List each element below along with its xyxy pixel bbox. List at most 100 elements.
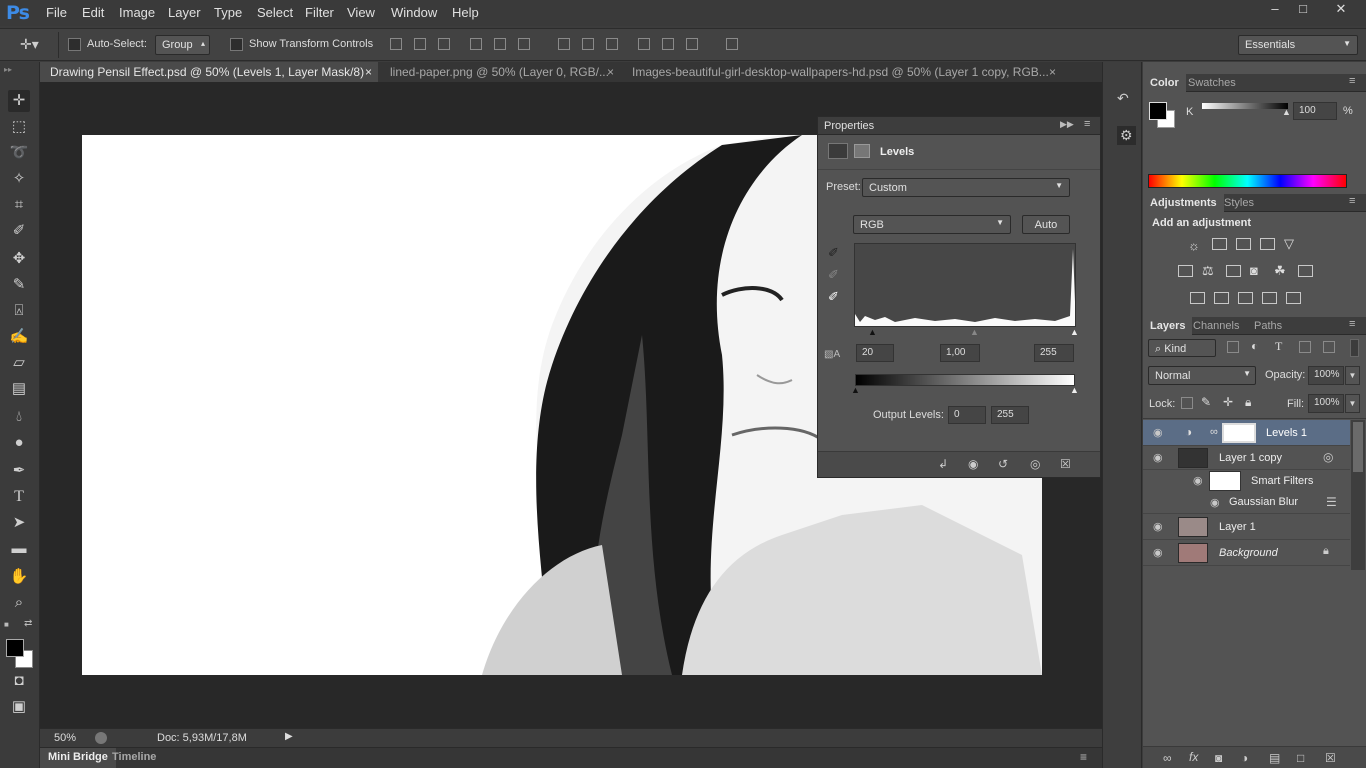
tab-styles[interactable]: Styles	[1217, 194, 1261, 212]
curves-icon[interactable]	[1236, 238, 1251, 250]
distribute-top-icon[interactable]	[558, 38, 570, 50]
selective-color-icon[interactable]	[1262, 292, 1277, 304]
align-left-icon[interactable]	[470, 38, 482, 50]
clipping-warning-icon[interactable]: ▧A	[824, 349, 840, 360]
workspace-dropdown[interactable]: Essentials ▼	[1238, 35, 1358, 55]
visibility-icon[interactable]: ◎	[1030, 457, 1040, 471]
distribute-vcenter-icon[interactable]	[582, 38, 594, 50]
status-menu-arrow-icon[interactable]: ▶	[285, 731, 293, 742]
scrollbar-thumb[interactable]	[1353, 422, 1363, 472]
new-layer-icon[interactable]: □	[1297, 751, 1304, 765]
gradient-map-icon[interactable]	[1286, 292, 1301, 304]
k-value-field[interactable]: 100	[1293, 102, 1337, 120]
collapse-panel-icon[interactable]: ▶▶	[1060, 119, 1074, 130]
clip-to-layer-icon[interactable]: ↲	[938, 457, 948, 471]
close-icon[interactable]: ×	[607, 62, 614, 82]
auto-align-icon[interactable]	[726, 38, 738, 50]
lock-position-icon[interactable]: ✛	[1223, 395, 1233, 409]
black-white-icon[interactable]	[1226, 265, 1241, 277]
filter-blending-options-icon[interactable]: ☰	[1326, 495, 1337, 509]
opacity-field[interactable]: 100%	[1308, 366, 1344, 385]
black-output-slider[interactable]: ▲	[851, 385, 860, 395]
menu-edit[interactable]: Edit	[82, 5, 104, 20]
align-vcenter-icon[interactable]	[414, 38, 426, 50]
menu-type[interactable]: Type	[214, 5, 242, 20]
distribute-left-icon[interactable]	[638, 38, 650, 50]
invert-icon[interactable]	[1190, 292, 1205, 304]
output-black-field[interactable]: 0	[948, 406, 986, 424]
restore-button[interactable]: □	[1288, 0, 1318, 18]
marquee-tool-icon[interactable]: ⬚	[8, 116, 30, 138]
new-adjustment-layer-icon[interactable]: ◑	[1241, 751, 1248, 765]
tab-lined-paper[interactable]: lined-paper.png @ 50% (Layer 0, RGB/... …	[380, 62, 620, 82]
eye-icon[interactable]: ◉	[1210, 496, 1220, 509]
distribute-bottom-icon[interactable]	[606, 38, 618, 50]
delete-layer-icon[interactable]: ☒	[1325, 751, 1336, 765]
reset-icon[interactable]: ↺	[998, 457, 1008, 471]
tab-paths[interactable]: Paths	[1247, 317, 1289, 335]
smart-filter-mask-thumbnail[interactable]	[1209, 471, 1241, 491]
blend-mode-dropdown[interactable]: Normal ▼	[1148, 366, 1256, 385]
auto-select-dropdown[interactable]: Group ▴	[155, 35, 210, 55]
tab-drawing-pensil[interactable]: Drawing Pensil Effect.psd @ 50% (Levels …	[40, 62, 378, 99]
blur-tool-icon[interactable]: 💧︎	[8, 406, 30, 428]
layer-row-layer-1-copy[interactable]: ◉ Layer 1 copy ◎	[1143, 446, 1350, 470]
tab-mini-bridge[interactable]: Mini Bridge	[40, 748, 116, 768]
eye-icon[interactable]: ◉	[1153, 546, 1163, 559]
k-slider-thumb[interactable]: ▲	[1282, 107, 1291, 117]
menu-help[interactable]: Help	[452, 5, 479, 20]
close-button[interactable]: ✕	[1318, 0, 1364, 18]
tab-color[interactable]: Color	[1143, 74, 1186, 92]
menu-select[interactable]: Select	[257, 5, 293, 20]
layer-row-gaussian-blur[interactable]: ◉ Gaussian Blur ☰	[1143, 492, 1350, 514]
color-balance-icon[interactable]: ⚖	[1202, 263, 1214, 279]
tab-timeline[interactable]: Timeline	[112, 751, 156, 763]
layer-row-background[interactable]: ◉ Background 🔒︎	[1143, 540, 1350, 566]
path-selection-tool-icon[interactable]: ➤	[8, 512, 30, 534]
panel-menu-icon[interactable]: ≡	[1084, 118, 1090, 130]
filter-adjustment-icon[interactable]: ◐	[1251, 339, 1258, 353]
input-black-field[interactable]: 20	[856, 344, 894, 362]
eyedropper-tool-icon[interactable]: ✐	[8, 220, 30, 242]
layers-scrollbar[interactable]	[1351, 420, 1365, 570]
lasso-tool-icon[interactable]: ➰	[8, 142, 30, 164]
screen-mode-icon[interactable]: ▣	[8, 696, 30, 718]
layer-row-smart-filters[interactable]: ◉ Smart Filters	[1143, 470, 1350, 492]
auto-button[interactable]: Auto	[1022, 215, 1070, 234]
filter-toggle-switch[interactable]	[1350, 339, 1359, 357]
share-icon[interactable]	[95, 732, 107, 744]
white-input-slider[interactable]: ▲	[1070, 327, 1079, 337]
gamma-input-slider[interactable]: ▲	[970, 327, 979, 337]
quick-mask-icon[interactable]: ◘	[8, 670, 30, 692]
eye-icon[interactable]: ◉	[1153, 451, 1163, 464]
zoom-tool-icon[interactable]: ⌕	[8, 592, 30, 614]
add-mask-icon[interactable]: ◙	[1215, 751, 1222, 765]
delete-icon[interactable]: ☒	[1060, 457, 1071, 471]
clone-stamp-tool-icon[interactable]: ⍓	[8, 300, 30, 322]
new-group-icon[interactable]: ▤	[1269, 751, 1280, 765]
menu-view[interactable]: View	[347, 5, 375, 20]
k-slider-track[interactable]	[1202, 103, 1288, 109]
minimize-button[interactable]: –	[1260, 0, 1290, 18]
menu-window[interactable]: Window	[391, 5, 437, 20]
threshold-icon[interactable]	[1238, 292, 1253, 304]
move-tool-icon[interactable]: ✛	[8, 90, 30, 112]
link-icon[interactable]: ∞	[1210, 426, 1218, 438]
show-transform-checkbox[interactable]	[230, 38, 243, 51]
output-white-field[interactable]: 255	[991, 406, 1029, 424]
panel-menu-icon[interactable]: ≡	[1349, 318, 1355, 330]
eraser-tool-icon[interactable]: ▱	[8, 352, 30, 374]
filter-shape-icon[interactable]	[1299, 341, 1311, 353]
menu-filter[interactable]: Filter	[305, 5, 334, 20]
hue-saturation-icon[interactable]	[1178, 265, 1193, 277]
tab-channels[interactable]: Channels	[1186, 317, 1246, 335]
history-panel-icon[interactable]: ↶	[1117, 90, 1129, 107]
align-bottom-icon[interactable]	[438, 38, 450, 50]
hand-tool-icon[interactable]: ✋	[8, 566, 30, 588]
distribute-hcenter-icon[interactable]	[662, 38, 674, 50]
fill-field[interactable]: 100%	[1308, 394, 1344, 413]
align-right-icon[interactable]	[518, 38, 530, 50]
close-icon[interactable]: ×	[365, 62, 372, 82]
filter-smart-object-icon[interactable]	[1323, 341, 1335, 353]
history-brush-tool-icon[interactable]: ✍	[8, 326, 30, 348]
